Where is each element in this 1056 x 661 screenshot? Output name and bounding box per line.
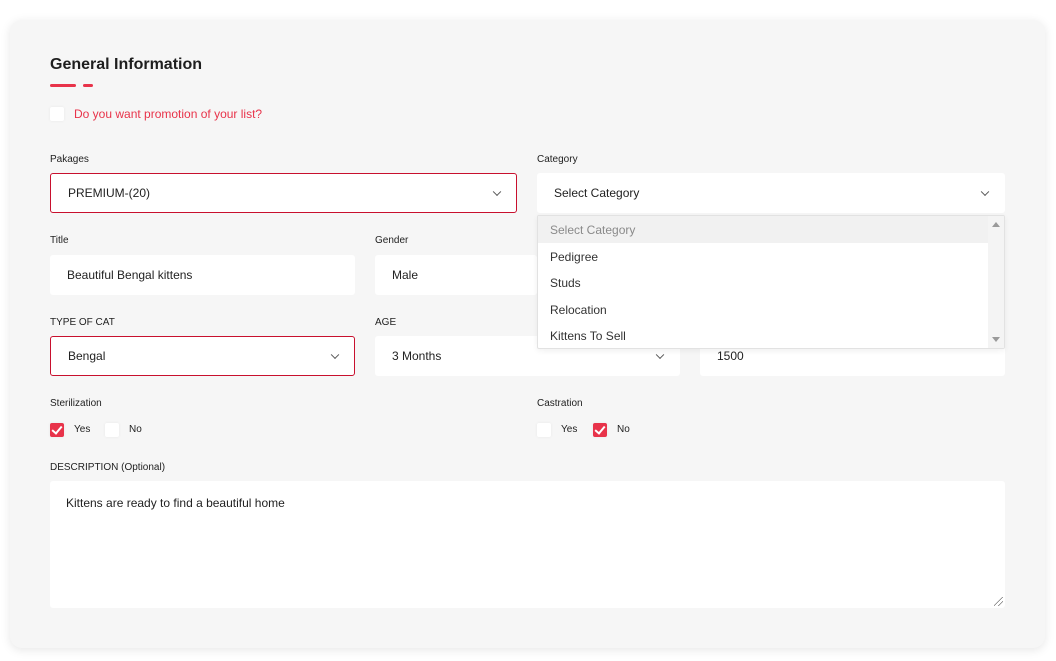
scroll-up-arrow-icon[interactable] [992, 222, 1000, 227]
gender-label: Gender [375, 235, 409, 246]
type-of-cat-value: Bengal [68, 349, 106, 363]
sterilization-label: Sterilization [50, 398, 102, 409]
packages-label: Pakages [50, 154, 89, 165]
title-underline-dot [83, 84, 93, 87]
description-value: Kittens are ready to find a beautiful ho… [66, 496, 285, 510]
castration-no-label: No [617, 424, 630, 435]
sterilization-no-label: No [129, 424, 142, 435]
category-value: Select Category [554, 186, 640, 200]
dropdown-option-pedigree[interactable]: Pedigree [538, 243, 989, 270]
description-textarea[interactable]: Kittens are ready to find a beautiful ho… [50, 481, 1005, 608]
castration-yes-checkbox[interactable] [537, 423, 551, 437]
age-value: 3 Months [392, 349, 442, 363]
dropdown-option-studs[interactable]: Studs [538, 269, 989, 296]
chevron-down-icon [980, 187, 990, 197]
gender-select[interactable]: Male [375, 255, 537, 295]
sterilization-yes-checkbox[interactable] [50, 423, 64, 437]
sterilization-no-checkbox[interactable] [105, 423, 119, 437]
packages-select[interactable]: PREMIUM-(20) [50, 173, 517, 213]
title-value: Beautiful Bengal kittens [67, 268, 193, 282]
title-label: Title [50, 235, 69, 246]
dropdown-option-relocation[interactable]: Relocation [538, 296, 989, 323]
category-label: Category [537, 154, 578, 165]
gender-value: Male [392, 268, 419, 282]
chevron-down-icon [492, 187, 502, 197]
scroll-down-arrow-icon[interactable] [992, 337, 1000, 342]
chevron-down-icon [330, 350, 340, 360]
category-select[interactable]: Select Category [537, 173, 1005, 213]
price-value: 1500 [717, 349, 744, 363]
resize-handle-icon[interactable] [994, 597, 1003, 606]
description-label: DESCRIPTION (Optional) [50, 462, 166, 473]
title-underline [50, 84, 76, 87]
category-dropdown-list[interactable]: Select Category Pedigree Studs Relocatio… [537, 215, 1005, 349]
promotion-question: Do you want promotion of your list? [74, 107, 263, 121]
castration-label: Castration [537, 398, 583, 409]
packages-value: PREMIUM-(20) [68, 186, 151, 200]
sterilization-yes-label: Yes [74, 424, 91, 435]
castration-yes-label: Yes [561, 424, 578, 435]
dropdown-option-kittens-to-sell[interactable]: Kittens To Sell [538, 322, 989, 348]
type-of-cat-select[interactable]: Bengal [50, 336, 355, 376]
dropdown-option-placeholder[interactable]: Select Category [538, 216, 989, 243]
castration-no-checkbox[interactable] [593, 423, 607, 437]
chevron-down-icon [655, 350, 665, 360]
title-input[interactable]: Beautiful Bengal kittens [50, 255, 355, 295]
dropdown-scrollbar[interactable] [988, 216, 1004, 348]
type-of-cat-label: TYPE OF CAT [50, 317, 115, 328]
age-label: AGE [375, 317, 397, 328]
section-title: General Information [50, 56, 203, 73]
promotion-checkbox[interactable] [50, 107, 64, 121]
